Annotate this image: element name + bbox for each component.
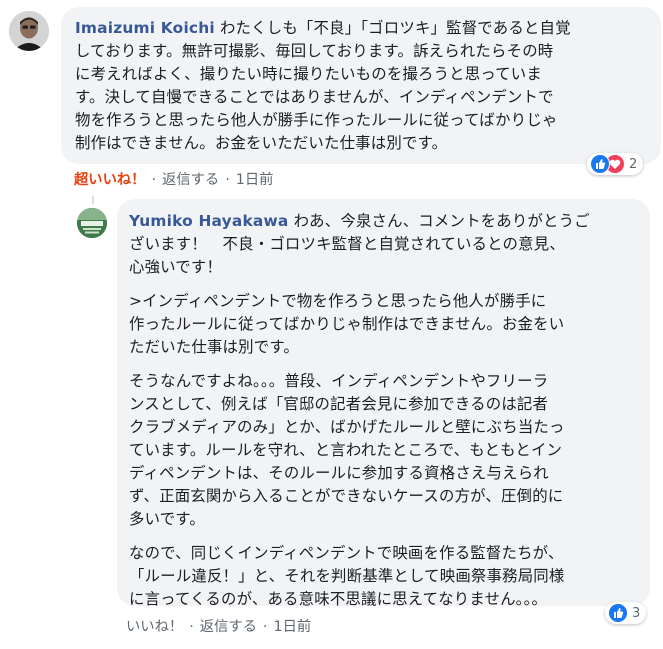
person-photo-icon [9,11,49,51]
reply-link[interactable]: 返信する [200,619,257,635]
reaction-count: 2 [629,156,638,172]
avatar-imaizumi[interactable] [9,11,49,51]
page-logo-icon [77,208,107,238]
like-button[interactable]: いいね！ [126,619,183,635]
reaction-button[interactable]: 超いいね！ [74,172,145,188]
comment-actions: 超いいね！ · 返信する · 1日前 [74,172,274,188]
reaction-summary[interactable]: 2 [587,153,644,175]
reply-author-link[interactable]: Yumiko Hayakawa [129,212,288,230]
like-icon [590,154,610,174]
reply-link[interactable]: 返信する [162,172,219,188]
avatar-hayakawa[interactable] [77,208,107,238]
thread-connector [92,196,94,204]
comment-bubble: Imaizumi Koichi わたくしも「不良」「ゴロツキ」監督であると自覚 … [61,7,661,164]
comment-text: わたくしも「不良」「ゴロツキ」監督であると自覚 しております。無許可撮影、毎回し… [75,19,571,152]
reply-bubble: Yumiko Hayakawa わあ、今泉さん、コメントをありがとうご ざいます… [117,199,650,608]
reply-actions: いいね！ · 返信する · 1日前 [126,619,312,635]
reply-quote-paragraph: >インディペンデントで物を作ろうと思ったら他人が勝手に 作ったルールに従ってばか… [129,292,565,356]
comment-author-link[interactable]: Imaizumi Koichi [75,19,215,37]
reaction-count: 3 [632,605,641,621]
reaction-summary[interactable]: 3 [605,602,647,624]
reply-paragraph: そうなんですよね。。。普段、インディペンデントやフリーラ ンスとして、例えば「官… [129,372,565,528]
timestamp-link[interactable]: 1日前 [273,619,311,635]
reply-paragraph: なので、同じくインディペンデントで映画を作る監督たちが、 「ルール違反！」と、そ… [129,544,565,608]
like-icon [608,603,628,623]
timestamp-link[interactable]: 1日前 [236,172,274,188]
